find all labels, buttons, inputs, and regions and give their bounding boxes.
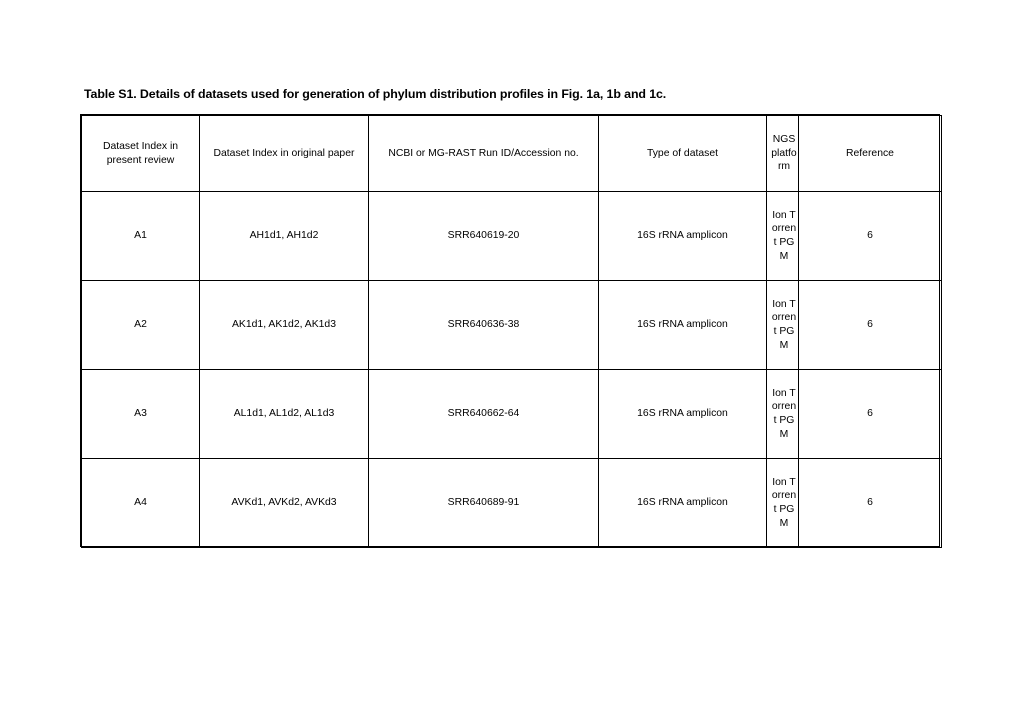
cell-value: 16S rRNA amplicon bbox=[637, 497, 728, 509]
cell-reference: 6 bbox=[798, 369, 942, 459]
cell-ngs-platform: Ion Torrent PGM bbox=[766, 191, 799, 281]
cell-reference: 6 bbox=[798, 280, 942, 370]
cell-reference: 6 bbox=[798, 191, 942, 281]
cell-value: Ion Torrent PGM bbox=[771, 298, 797, 351]
cell-index-present: A2 bbox=[81, 280, 200, 370]
cell-value: SRR640662-64 bbox=[447, 408, 520, 420]
cell-value: 6 bbox=[867, 497, 873, 509]
cell-index-original: AK1d1, AK1d2, AK1d3 bbox=[199, 280, 369, 370]
cell-index-original: AL1d1, AL1d2, AL1d3 bbox=[199, 369, 369, 459]
cell-value: A2 bbox=[134, 319, 147, 331]
cell-value: AVKd1, AVKd2, AVKd3 bbox=[231, 497, 337, 509]
column-header-index-original: Dataset Index in original paper bbox=[199, 115, 369, 192]
cell-index-original: AVKd1, AVKd2, AVKd3 bbox=[199, 458, 369, 548]
cell-value: Ion Torrent PGM bbox=[771, 209, 797, 262]
cell-reference: 6 bbox=[798, 458, 942, 548]
datasets-table: Dataset Index in present review Dataset … bbox=[81, 115, 942, 548]
cell-value: 6 bbox=[867, 408, 873, 420]
column-header-label: NCBI or MG-RAST Run ID/Accession no. bbox=[388, 147, 579, 159]
cell-ngs-platform: Ion Torrent PGM bbox=[766, 458, 799, 548]
column-header-ngs-platform: NGS platform bbox=[766, 115, 799, 192]
cell-value: AL1d1, AL1d2, AL1d3 bbox=[233, 408, 335, 420]
column-header-run-id: NCBI or MG-RAST Run ID/Accession no. bbox=[368, 115, 599, 192]
cell-value: 6 bbox=[867, 319, 873, 331]
cell-value: AH1d1, AH1d2 bbox=[249, 230, 319, 242]
table-caption: Table S1. Details of datasets used for g… bbox=[84, 87, 667, 101]
table-row: A2 AK1d1, AK1d2, AK1d3 SRR640636-38 16S … bbox=[81, 280, 942, 370]
cell-index-present: A1 bbox=[81, 191, 200, 281]
cell-value: 16S rRNA amplicon bbox=[637, 408, 728, 420]
column-header-reference: Reference bbox=[798, 115, 942, 192]
table-container: Dataset Index in present review Dataset … bbox=[80, 114, 942, 548]
column-header-label: Dataset Index in original paper bbox=[213, 147, 355, 159]
document-page: Table S1. Details of datasets used for g… bbox=[0, 0, 1020, 720]
table-row: A3 AL1d1, AL1d2, AL1d3 SRR640662-64 16S … bbox=[81, 369, 942, 459]
cell-ngs-platform: Ion Torrent PGM bbox=[766, 369, 799, 459]
cell-dataset-type: 16S rRNA amplicon bbox=[598, 458, 767, 548]
cell-value: 16S rRNA amplicon bbox=[637, 230, 728, 242]
cell-index-original: AH1d1, AH1d2 bbox=[199, 191, 369, 281]
column-header-label: Dataset Index in present review bbox=[102, 140, 179, 166]
cell-value: A1 bbox=[134, 230, 147, 242]
cell-index-present: A4 bbox=[81, 458, 200, 548]
cell-run-id: SRR640619-20 bbox=[368, 191, 599, 281]
cell-dataset-type: 16S rRNA amplicon bbox=[598, 191, 767, 281]
cell-dataset-type: 16S rRNA amplicon bbox=[598, 369, 767, 459]
table-row: A1 AH1d1, AH1d2 SRR640619-20 16S rRNA am… bbox=[81, 191, 942, 281]
column-header-label: Type of dataset bbox=[646, 147, 719, 159]
cell-value: 16S rRNA amplicon bbox=[637, 319, 728, 331]
cell-value: SRR640636-38 bbox=[447, 319, 520, 331]
cell-ngs-platform: Ion Torrent PGM bbox=[766, 280, 799, 370]
cell-value: AK1d1, AK1d2, AK1d3 bbox=[232, 319, 336, 331]
column-header-index-present: Dataset Index in present review bbox=[81, 115, 200, 192]
cell-run-id: SRR640689-91 bbox=[368, 458, 599, 548]
cell-value: SRR640689-91 bbox=[447, 497, 520, 509]
cell-value: SRR640619-20 bbox=[447, 230, 520, 242]
cell-value: A3 bbox=[134, 408, 147, 420]
cell-dataset-type: 16S rRNA amplicon bbox=[598, 280, 767, 370]
cell-index-present: A3 bbox=[81, 369, 200, 459]
cell-run-id: SRR640636-38 bbox=[368, 280, 599, 370]
column-header-label: Reference bbox=[846, 147, 894, 159]
table-header-row: Dataset Index in present review Dataset … bbox=[81, 115, 942, 192]
table-row: A4 AVKd1, AVKd2, AVKd3 SRR640689-91 16S … bbox=[81, 458, 942, 548]
cell-value: Ion Torrent PGM bbox=[771, 387, 797, 440]
cell-value: A4 bbox=[134, 497, 147, 509]
column-header-dataset-type: Type of dataset bbox=[598, 115, 767, 192]
cell-value: Ion Torrent PGM bbox=[771, 476, 797, 529]
column-header-label: NGS platform bbox=[771, 133, 797, 173]
cell-run-id: SRR640662-64 bbox=[368, 369, 599, 459]
cell-value: 6 bbox=[867, 230, 873, 242]
